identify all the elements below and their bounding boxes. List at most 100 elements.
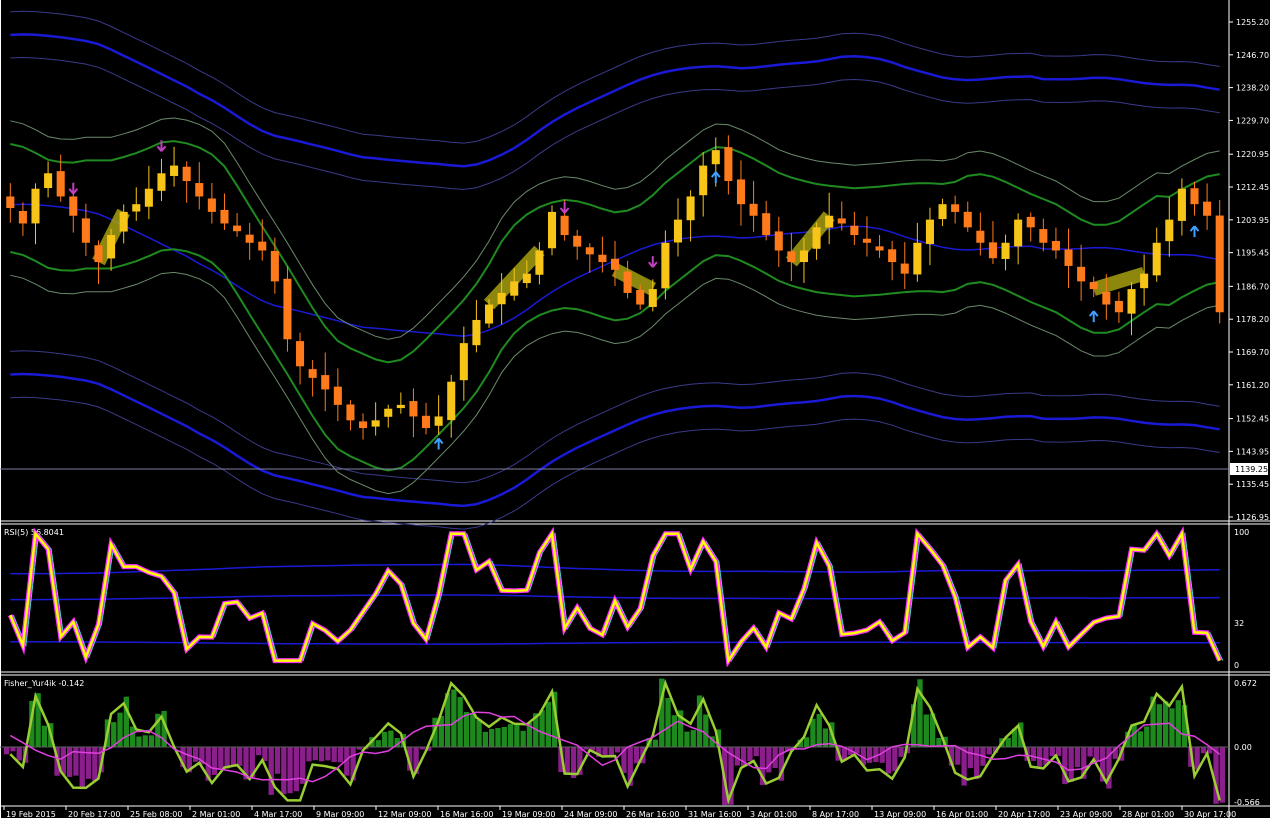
candle-body (421, 415, 431, 429)
candle-body (1064, 249, 1073, 266)
candle-body (1140, 273, 1149, 289)
fisher-histogram-bar (148, 735, 155, 747)
candle-body (749, 203, 758, 216)
fisher-histogram-bar (1037, 747, 1043, 767)
candle-body (900, 263, 909, 274)
candle-body (409, 401, 418, 417)
candle-body (346, 404, 355, 421)
candle-body (1152, 242, 1161, 276)
price-tick-label: 1238.20 (1236, 84, 1269, 93)
fisher-histogram-bar (230, 747, 237, 767)
candle-body (938, 204, 947, 220)
candle-body (1102, 291, 1111, 305)
candle-body (245, 234, 254, 243)
fisher-histogram-bar (312, 747, 318, 761)
candle-body (988, 242, 997, 259)
time-tick-label: 16 Mar 16:00 (440, 810, 493, 818)
fisher-histogram-bar (501, 726, 507, 747)
candle-body (333, 386, 342, 405)
candle-body (875, 246, 884, 251)
fisher-histogram-bar (898, 747, 904, 757)
candle-body (913, 242, 922, 275)
time-tick-label: 26 Mar 16:00 (626, 810, 679, 818)
candle-body (1026, 216, 1035, 228)
fisher-histogram-bar (482, 731, 489, 747)
time-tick-label: 25 Feb 08:00 (130, 810, 182, 818)
fisher-histogram-bar (463, 711, 470, 747)
candle-body (673, 219, 683, 243)
candle-body (396, 404, 405, 409)
fisher-histogram-bar (451, 689, 457, 747)
candle-body (925, 219, 934, 244)
candle-body (547, 211, 557, 249)
fisher-histogram-bar (866, 747, 873, 763)
candle-body (69, 196, 78, 216)
candle-body (170, 165, 179, 176)
fisher-histogram-bar (495, 728, 501, 747)
fisher-histogram-bar (375, 740, 381, 747)
fisher-histogram-bar (1175, 700, 1181, 747)
time-tick-label: 23 Apr 09:00 (1060, 810, 1112, 818)
fisher-histogram-bar (974, 747, 980, 780)
candle-body (384, 408, 393, 417)
fisher-histogram-bar (237, 747, 243, 766)
candle-body (459, 343, 468, 381)
fisher-histogram-bar (1137, 731, 1144, 747)
fisher-histogram-bar (476, 719, 482, 747)
fisher-histogram-bar (1200, 747, 1207, 754)
price-tick-label: 1229.70 (1236, 116, 1269, 125)
candle-body (1014, 219, 1023, 247)
candle-body (888, 249, 897, 263)
time-tick-label: 8 Apr 17:00 (812, 810, 859, 818)
fisher-histogram-bar (753, 747, 759, 757)
time-tick-label: 3 Apr 01:00 (750, 810, 797, 818)
candle-body (661, 242, 670, 289)
candle-body (862, 238, 871, 243)
fisher-histogram-bar (514, 723, 520, 747)
fisher-histogram-bar (381, 731, 388, 747)
candle-body (1215, 215, 1224, 313)
fisher-histogram-bar (388, 730, 394, 747)
fisher-histogram-bar (337, 747, 344, 763)
fisher-histogram-bar (331, 747, 337, 763)
candle-body (132, 204, 141, 212)
candle-body (195, 183, 204, 197)
candle-body (736, 179, 746, 205)
candle-body (484, 304, 494, 324)
candle-body (573, 235, 582, 247)
fisher-histogram-bar (923, 714, 929, 747)
candle-body (825, 215, 834, 228)
fisher-histogram-bar (747, 747, 753, 762)
fisher-histogram-bar (816, 714, 822, 747)
fisher-histogram-bar (810, 718, 816, 747)
fisher-histogram-bar (211, 747, 218, 775)
price-tick-label: 1255.20 (1236, 18, 1269, 27)
candle-body (837, 218, 846, 224)
candle-body (1001, 242, 1010, 259)
candle-body (258, 241, 267, 251)
candle-body (283, 278, 292, 340)
candle-body (699, 165, 708, 196)
time-tick-label: 28 Apr 01:00 (1122, 810, 1174, 818)
candle-body (560, 215, 569, 236)
fisher-histogram-bar (142, 735, 148, 747)
time-tick-label: 19 Feb 2015 (6, 810, 56, 818)
fisher-histogram-bar (633, 747, 640, 764)
candle-body (787, 251, 796, 263)
time-tick-label: 16 Apr 01:00 (936, 810, 988, 818)
price-tick-label: 1186.70 (1236, 282, 1269, 291)
fisher-histogram-bar (218, 747, 224, 770)
candle-body (270, 250, 279, 282)
candle-body (6, 196, 15, 209)
fisher-histogram-bar (1156, 704, 1163, 747)
candle-body (623, 271, 632, 293)
candle-body (31, 188, 40, 224)
price-tick-label: 1246.70 (1236, 51, 1269, 60)
fisher-histogram-bar (85, 747, 92, 779)
price-tick-label: 1161.20 (1236, 381, 1269, 390)
chart-stage: 1255.20 1246.70 1238.20 1229.70 1220.95 1212.… (0, 0, 1270, 818)
candle-body (510, 281, 519, 296)
price-tick-label: 1178.20 (1236, 315, 1269, 324)
candle-body (598, 254, 607, 263)
fisher-histogram-bar (545, 701, 552, 747)
